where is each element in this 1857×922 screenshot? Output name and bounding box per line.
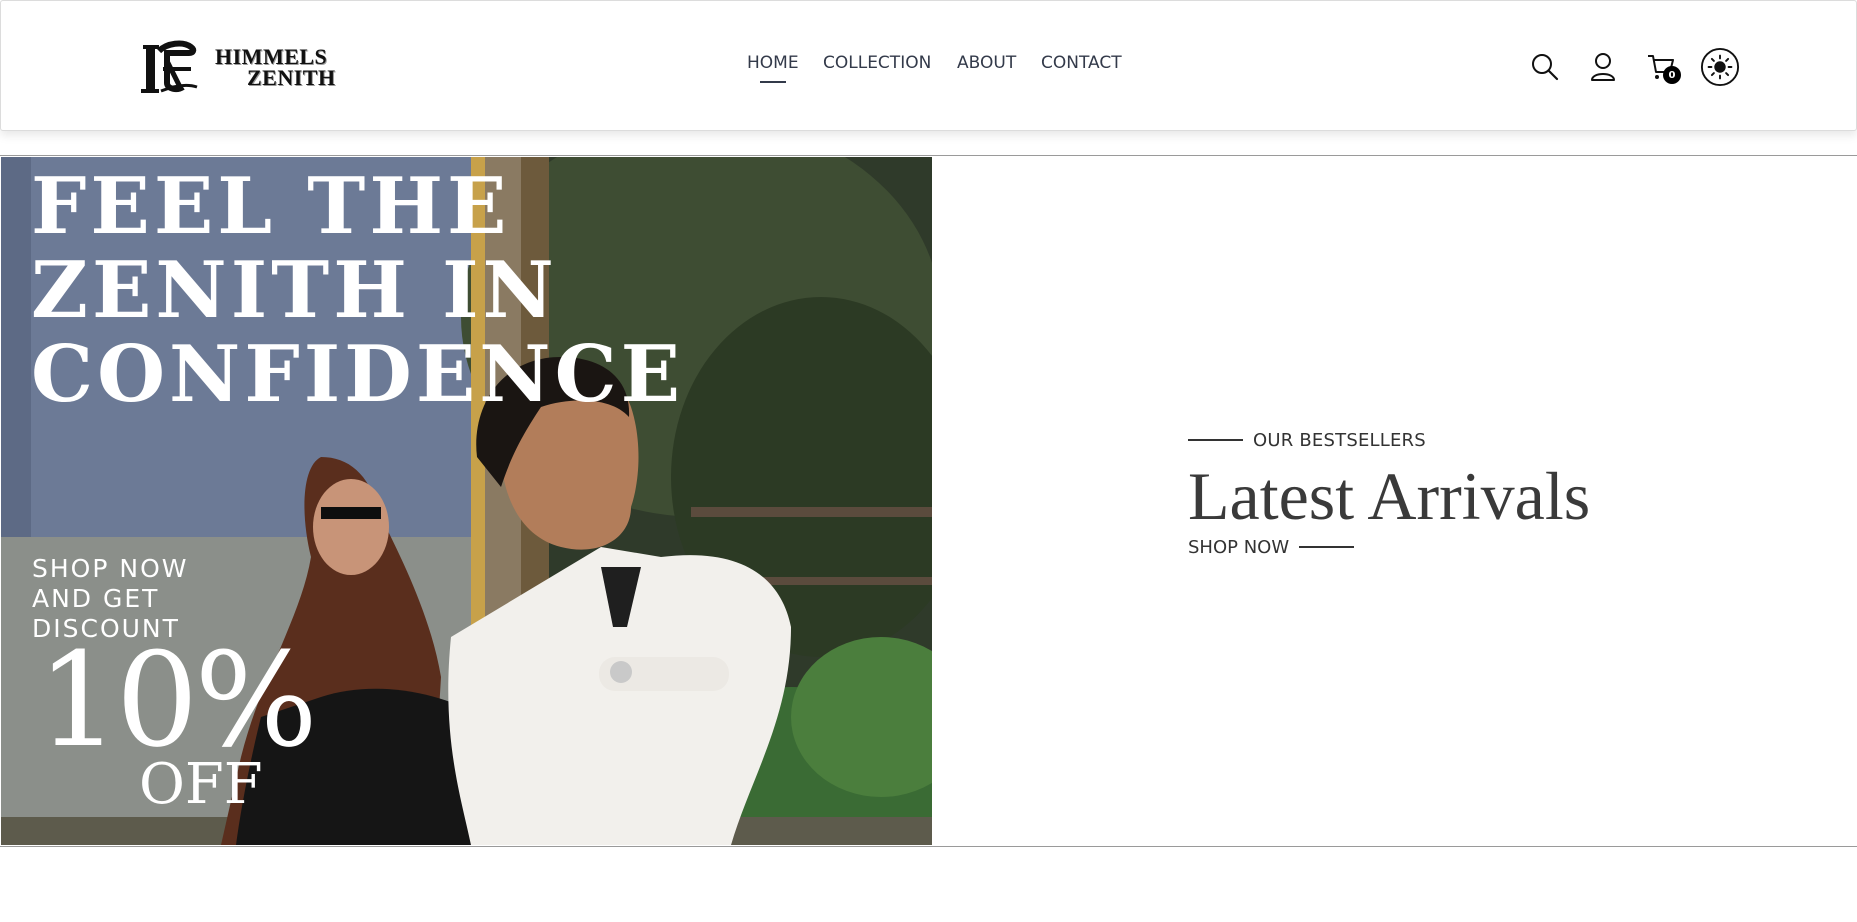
nav-item-contact[interactable]: CONTACT bbox=[1041, 53, 1122, 73]
logo-mark-icon bbox=[141, 40, 198, 93]
hero-headline: FEEL THE ZENITH IN CONFIDENCE bbox=[31, 161, 685, 420]
hero-eyebrow: OUR BESTSELLERS bbox=[1188, 428, 1426, 452]
shop-now-divider bbox=[1299, 546, 1355, 548]
hero-section: FEEL THE ZENITH IN CONFIDENCE SHOP NOW A… bbox=[0, 155, 1857, 847]
nav-item-collection[interactable]: COLLECTION bbox=[823, 53, 931, 73]
cart-button[interactable]: 0 bbox=[1641, 47, 1681, 87]
cart-count-badge: 0 bbox=[1663, 66, 1681, 84]
hero-off-text: OFF bbox=[139, 752, 263, 817]
hero-banner-image[interactable]: FEEL THE ZENITH IN CONFIDENCE SHOP NOW A… bbox=[1, 157, 932, 845]
hero-title: Latest Arrivals bbox=[1188, 458, 1591, 534]
shop-now-button[interactable]: SHOP NOW bbox=[1188, 534, 1355, 560]
search-icon bbox=[1532, 54, 1559, 81]
eyebrow-text: OUR BESTSELLERS bbox=[1253, 429, 1426, 451]
nav-item-home[interactable]: HOME bbox=[747, 53, 799, 73]
eyebrow-divider bbox=[1188, 439, 1243, 441]
sun-icon bbox=[1700, 47, 1740, 87]
brand-name-line2: ZENITH bbox=[247, 65, 336, 90]
search-button[interactable] bbox=[1525, 47, 1565, 87]
user-icon bbox=[1591, 53, 1615, 81]
hero-discount-value: 10% bbox=[37, 624, 318, 776]
shop-now-label: SHOP NOW bbox=[1188, 536, 1290, 558]
theme-toggle-button[interactable] bbox=[1700, 47, 1740, 87]
site-header: HIMMELS ZENITH HOME COLLECTION ABOUT CON… bbox=[0, 0, 1857, 131]
account-button[interactable] bbox=[1583, 47, 1623, 87]
nav-item-about[interactable]: ABOUT bbox=[957, 53, 1016, 73]
brand-logo[interactable]: HIMMELS ZENITH bbox=[137, 39, 337, 99]
